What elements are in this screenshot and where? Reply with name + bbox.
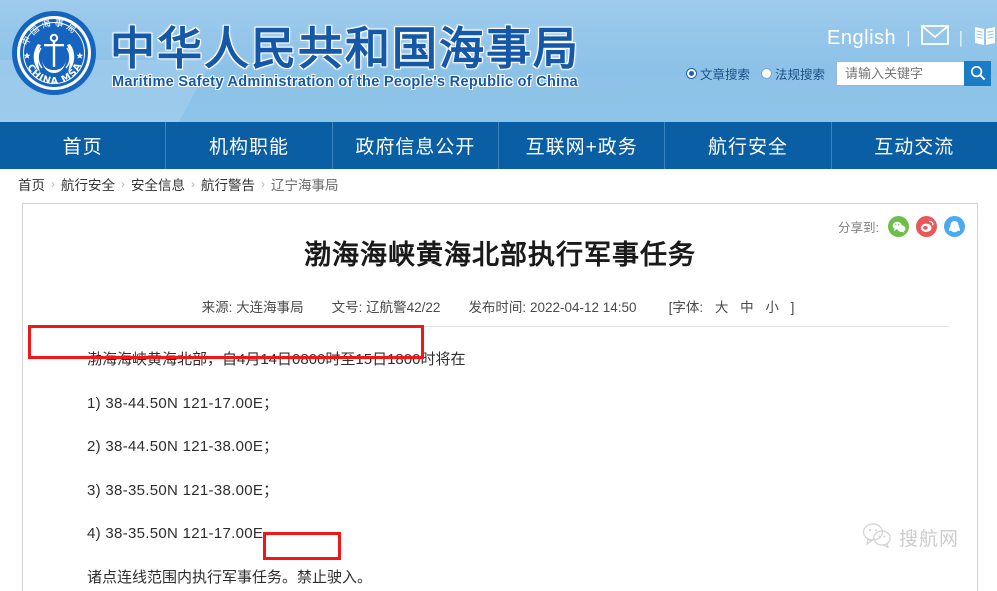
- share-label: 分享到:: [838, 221, 879, 235]
- breadcrumb-item-safety-info[interactable]: 安全信息: [131, 174, 185, 194]
- book-icon[interactable]: [973, 24, 997, 52]
- radio-article-search[interactable]: 文章搜索: [685, 64, 750, 83]
- breadcrumb-item-navigation-safety[interactable]: 航行安全: [61, 174, 115, 194]
- nav-item-interaction[interactable]: 互动交流: [832, 122, 997, 169]
- nav-item-home[interactable]: 首页: [0, 122, 167, 169]
- breadcrumb-separator: ›: [191, 177, 195, 191]
- article-paragraph-intro: 渤海海峡黄海北部，自4月14日0800时至15日1800时将在: [87, 351, 466, 368]
- article-paragraph-coord-4: 4) 38-35.50N 121-17.00E: [87, 525, 264, 542]
- nav-item-functions[interactable]: 机构职能: [166, 122, 333, 169]
- font-size-suffix: ]: [790, 300, 795, 315]
- radio-regulation-label: 法规搜索: [774, 67, 825, 82]
- breadcrumb-item-home[interactable]: 首页: [18, 174, 45, 194]
- article-card: 分享到: 渤海海峡黄海北部执行军事任务 来源: 大连海事局 文号: 辽航警42/…: [22, 203, 978, 591]
- breadcrumb-separator: ›: [261, 177, 265, 191]
- article-paragraph-coord-1: 1) 38-44.50N 121-17.00E；: [87, 394, 279, 412]
- meta-source: 来源: 大连海事局: [202, 296, 304, 316]
- font-size-prefix: [字体:: [668, 300, 704, 315]
- page-root: 中 国 海 事 局 CHINA MSA 中华人民共和国海事局 Maritime …: [0, 0, 997, 591]
- main-navigation: 首页 机构职能 政府信息公开 互联网+政务 航行安全 互动交流: [0, 122, 997, 169]
- qq-share-icon[interactable]: [944, 216, 965, 237]
- article-paragraph-coord-2: 2) 38-44.50N 121-38.00E；: [87, 438, 279, 455]
- meta-source-value: 大连海事局: [236, 300, 304, 315]
- breadcrumb-item-navigation-warning[interactable]: 航行警告: [201, 174, 255, 194]
- meta-docnum: 文号: 辽航警42/22: [332, 296, 441, 316]
- search-icon: [970, 65, 985, 81]
- weibo-share-icon[interactable]: [916, 216, 937, 237]
- english-link[interactable]: English: [827, 27, 896, 50]
- font-size-controls: [字体: 大 中 小 ]: [665, 296, 799, 316]
- search-input[interactable]: [836, 60, 964, 86]
- breadcrumb-separator: ›: [51, 177, 55, 191]
- site-header: 中 国 海 事 局 CHINA MSA 中华人民共和国海事局 Maritime …: [0, 0, 997, 122]
- search-box: [836, 60, 991, 86]
- nav-item-gov-info[interactable]: 政府信息公开: [333, 122, 499, 169]
- site-title-en: Maritime Safety Administration of the Pe…: [112, 74, 579, 90]
- breadcrumb: 首页 › 航行安全 › 安全信息 › 航行警告 › 辽宁海事局: [0, 169, 997, 199]
- mail-icon[interactable]: [920, 25, 949, 51]
- search-button[interactable]: [964, 60, 991, 86]
- link-separator-2: |: [958, 28, 963, 47]
- breadcrumb-separator: ›: [121, 177, 125, 191]
- meta-time-value: 2022-04-12 14:50: [529, 300, 637, 315]
- radio-dot-unselected[interactable]: [760, 67, 772, 79]
- radio-regulation-search[interactable]: 法规搜索: [760, 64, 825, 83]
- radio-article-label: 文章搜索: [699, 67, 750, 82]
- meta-docnum-value: 辽航警42/22: [366, 300, 441, 315]
- breadcrumb-item-liaoning-msa[interactable]: 辽宁海事局: [271, 174, 339, 194]
- article-meta: 来源: 大连海事局 文号: 辽航警42/22 发布时间: 2022-04-12 …: [23, 296, 977, 326]
- share-row: 分享到:: [838, 216, 965, 237]
- meta-docnum-label: 文号:: [331, 300, 363, 315]
- wechat-share-icon[interactable]: [888, 216, 909, 237]
- article-paragraph-coord-3: 3) 38-35.50N 121-38.00E；: [87, 481, 279, 499]
- nav-item-navigation-safety[interactable]: 航行安全: [665, 122, 832, 169]
- china-msa-emblem: 中 国 海 事 局 CHINA MSA: [11, 10, 97, 96]
- radio-dot-selected[interactable]: [685, 67, 697, 79]
- article-title: 渤海海峡黄海北部执行军事任务: [304, 240, 696, 270]
- meta-time-label: 发布时间:: [468, 300, 527, 315]
- font-size-large[interactable]: 大: [715, 300, 729, 315]
- header-top-links: English | |: [827, 24, 997, 52]
- link-separator-1: |: [906, 28, 911, 47]
- meta-publish-time: 发布时间: 2022-04-12 14:50: [468, 296, 636, 316]
- nav-item-internet-gov[interactable]: 互联网+政务: [499, 122, 666, 169]
- font-size-medium[interactable]: 中: [740, 300, 754, 315]
- meta-source-label: 来源:: [201, 300, 233, 315]
- site-title-cn: 中华人民共和国海事局: [110, 23, 581, 74]
- font-size-small[interactable]: 小: [765, 300, 779, 315]
- header-search-row: 文章搜索 法规搜索: [685, 60, 991, 86]
- article-body: 渤海海峡黄海北部，自4月14日0800时至15日1800时将在 1) 38-44…: [23, 325, 977, 589]
- article-paragraph-conclusion: 诸点连线范围内执行军事任务。禁止驶入。: [87, 568, 373, 586]
